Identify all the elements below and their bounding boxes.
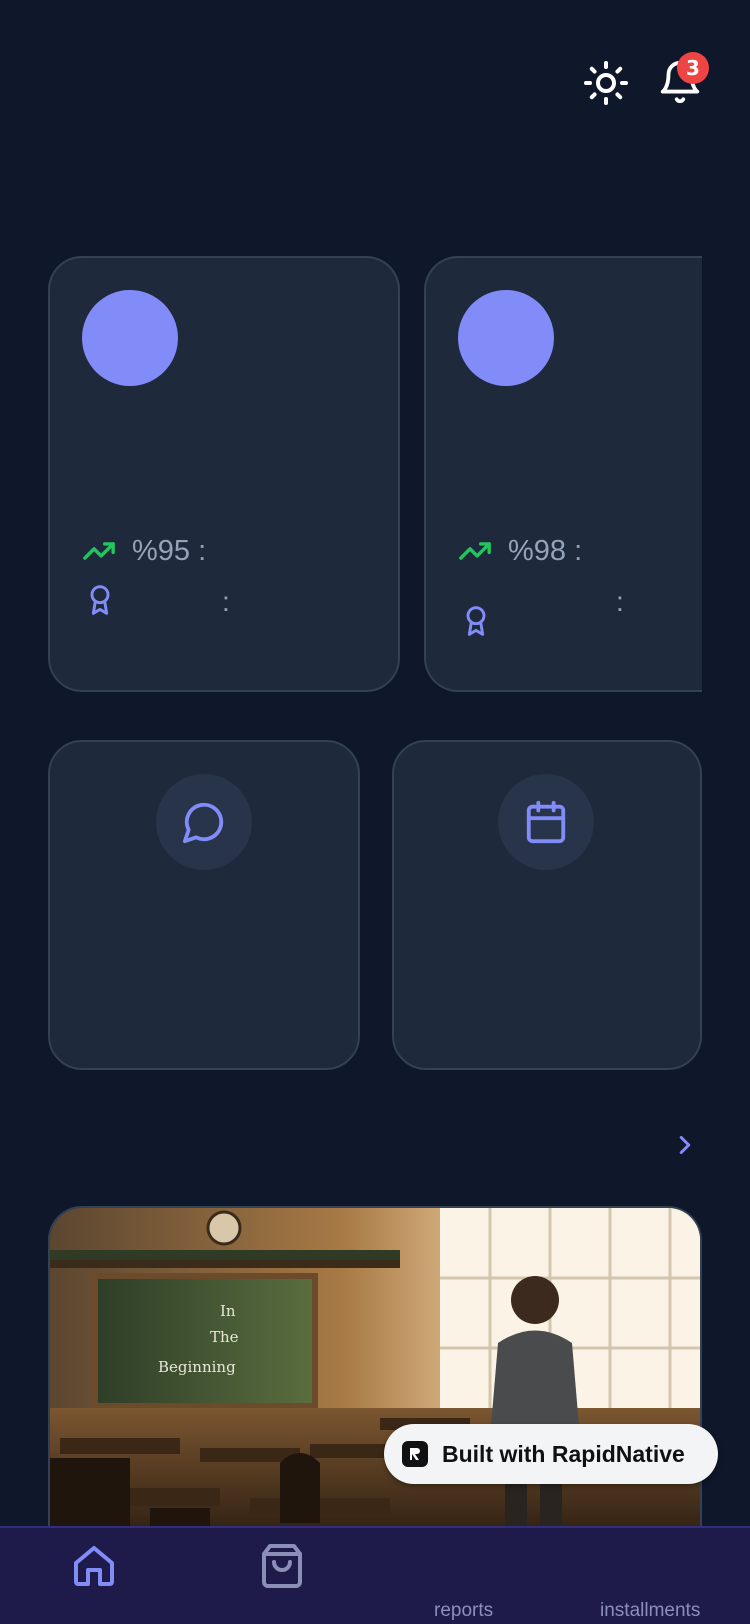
icon-circle — [156, 774, 252, 870]
rapidnative-logo-icon — [402, 1441, 428, 1467]
trending-up-icon — [459, 542, 491, 560]
stat-value: %95 : — [132, 534, 207, 567]
sun-icon — [584, 61, 628, 105]
messages-card[interactable] — [48, 740, 360, 1070]
summary-card[interactable]: %98 : : — [424, 256, 702, 692]
icon-circle — [498, 774, 594, 870]
bottom-navigation: reports installments — [0, 1526, 750, 1624]
home-icon — [74, 1546, 114, 1586]
award-value: : — [222, 586, 230, 617]
see-all-button[interactable] — [670, 1130, 700, 1160]
summary-card[interactable]: %95 : : — [48, 256, 400, 692]
svg-text:The: The — [210, 1328, 239, 1346]
built-with-badge[interactable]: Built with RapidNative — [384, 1424, 718, 1484]
classroom-photo: In The Beginning — [50, 1208, 700, 1536]
stat-row: %95 : — [82, 534, 206, 568]
shopping-bag-icon — [262, 1544, 302, 1588]
chevron-right-icon — [679, 1136, 691, 1154]
award-value: : — [616, 586, 624, 617]
trending-up-icon — [83, 542, 115, 560]
message-circle-icon — [182, 802, 224, 844]
built-with-label: Built with RapidNative — [442, 1440, 685, 1467]
award-icon — [90, 585, 110, 615]
chalkboard-text: In — [220, 1302, 236, 1320]
calendar-icon — [526, 800, 566, 844]
nav-item-shop[interactable] — [258, 1542, 306, 1595]
stat-value: %98 : — [508, 534, 583, 567]
stat-row: %98 : — [458, 534, 582, 568]
theme-toggle-button[interactable] — [580, 57, 632, 109]
award-icon — [466, 606, 486, 636]
nav-item-reports[interactable]: reports — [434, 1600, 493, 1622]
svg-text:Beginning: Beginning — [158, 1358, 236, 1376]
nav-item-home[interactable] — [70, 1542, 118, 1595]
notification-badge: 3 — [677, 52, 709, 84]
calendar-card[interactable] — [392, 740, 702, 1070]
avatar — [82, 290, 178, 386]
featured-banner[interactable]: In The Beginning — [48, 1206, 702, 1536]
avatar — [458, 290, 554, 386]
nav-item-installments[interactable]: installments — [600, 1600, 700, 1622]
